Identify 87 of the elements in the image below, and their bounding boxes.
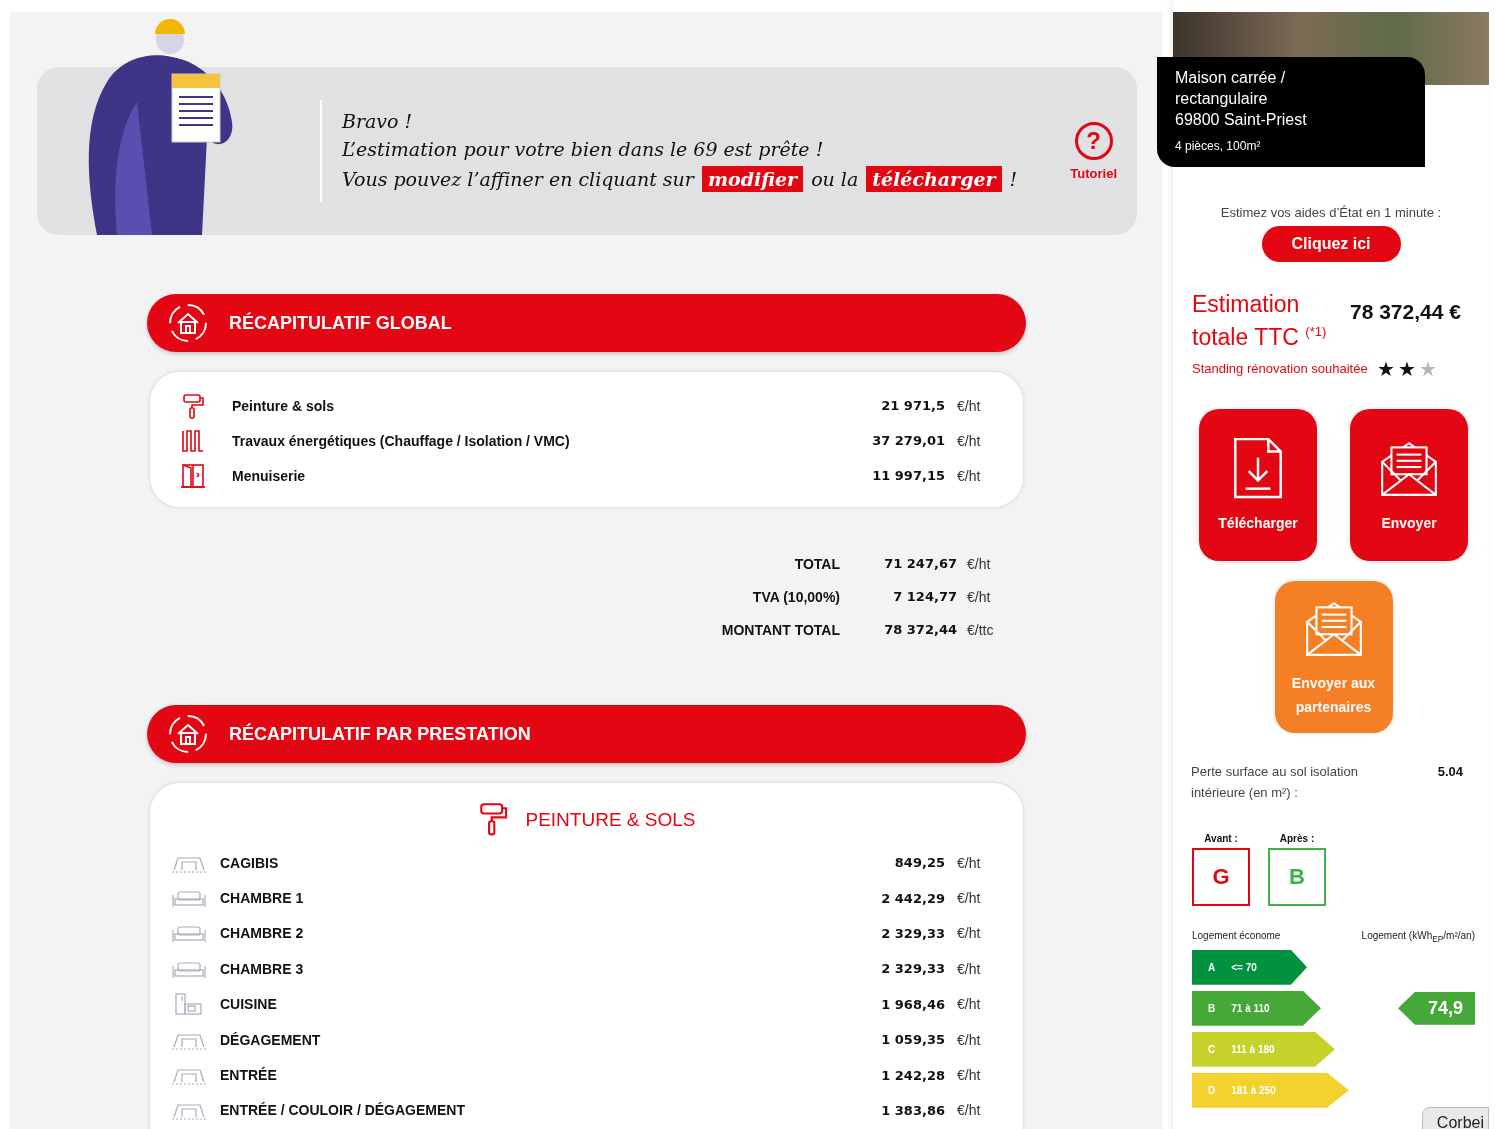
send-button[interactable]: Envoyer	[1350, 408, 1468, 561]
floor-loss-value: 5.04	[1437, 762, 1463, 781]
banner-text: Vous pouvez l’affiner en cliquant sur	[342, 168, 694, 190]
energy-value-marker: 74,9	[1398, 991, 1475, 1025]
item-label: Travaux énergétiques (Chauffage / Isolation / VMC)	[232, 432, 571, 449]
section-title: RÉCAPITULATIF PAR PRESTATION	[229, 723, 531, 745]
total-unit: €/ttc	[966, 621, 995, 638]
room-label: CHAMBRE 3	[220, 960, 305, 977]
room-label: CHAMBRE 2	[220, 925, 305, 942]
banner-text: !	[1009, 168, 1018, 190]
room-unit: €/ht	[956, 925, 982, 942]
room-unit: €/ht	[956, 854, 982, 871]
download-button[interactable]: Télécharger	[1199, 408, 1317, 561]
dock-tooltip: Corbei	[1421, 1107, 1489, 1129]
total-label: TVA (10,00%)	[751, 588, 840, 605]
floor-loss-label: Perte surface au sol isolation intérieure (en m²) :	[1191, 762, 1359, 802]
house-icon	[167, 302, 209, 344]
door-icon	[180, 462, 206, 489]
grade-label: Avant :	[1204, 832, 1238, 844]
property-type: Maison carrée / rectangulaire	[1175, 68, 1287, 109]
click-here-button[interactable]: Cliquez ici	[1261, 226, 1401, 262]
room-label: ENTRÉE	[220, 1067, 278, 1084]
room-label: CAGIBIS	[220, 854, 280, 871]
room-amount: 2 442,29	[881, 890, 945, 906]
room-amount: 1 242,28	[881, 1067, 945, 1083]
item-unit: €/ht	[956, 467, 982, 484]
item-amount: 37 279,01	[872, 433, 945, 448]
property-address: 69800 Saint-Priest	[1175, 110, 1308, 130]
estimate-title: Estimation totale TTC $^{(*1)}$	[1192, 290, 1328, 351]
energy-class-bar: D 181 à 250	[1192, 1072, 1349, 1108]
highlighted-link[interactable]: modifier	[701, 166, 804, 192]
room-unit: €/ht	[956, 1031, 982, 1048]
room-amount: 1 383,86	[881, 1102, 945, 1118]
item-unit: €/ht	[956, 432, 982, 449]
room-label: CUISINE	[220, 996, 278, 1013]
total-unit: €/ht	[966, 555, 992, 572]
room-unit: €/ht	[956, 1067, 982, 1084]
standing-label: Standing rénovation souhaitée	[1192, 360, 1369, 379]
room-amount: 2 329,33	[881, 925, 945, 941]
radiator-icon	[180, 427, 206, 454]
star-icon: ★	[1377, 356, 1395, 381]
scale-label: Logement économe	[1192, 929, 1281, 943]
item-label: Peinture & sols	[232, 397, 335, 414]
send-button[interactable]: Envoyer aux partenaires	[1274, 580, 1393, 733]
room-amount: 1 968,46	[881, 996, 945, 1012]
room-amount: 849,25	[894, 855, 945, 871]
paint-roller-icon	[180, 392, 206, 419]
item-amount: 21 971,5	[881, 398, 945, 413]
item-unit: €/ht	[956, 397, 982, 414]
room-unit: €/ht	[956, 1102, 982, 1119]
scale-unit-label: Logement (kWh$_{EP}$/m²/an)	[1361, 929, 1475, 944]
room-label: ENTRÉE / COULOIR / DÉGAGEMENT	[220, 1102, 466, 1119]
total-unit: €/ht	[966, 588, 992, 605]
room-unit: €/ht	[956, 996, 982, 1013]
item-amount: 11 997,15	[872, 468, 945, 483]
room-label: DÉGAGEMENT	[220, 1031, 322, 1048]
help-icon: ?	[1074, 121, 1113, 160]
house-icon	[167, 713, 209, 755]
banner-text: L’estimation pour votre bien dans le 69 est prête !	[342, 138, 825, 160]
energy-class-bar: C 111 à 180	[1192, 1031, 1335, 1067]
energy-grade: G	[1192, 847, 1250, 906]
tutorial-button[interactable]: ? Tutoriel	[1070, 121, 1117, 181]
item-label: Menuiserie	[232, 467, 307, 484]
grade-label: Après :	[1279, 832, 1315, 844]
room-amount: 2 329,33	[881, 961, 945, 977]
total-amount: 7 124,77	[892, 589, 957, 604]
section-title: RÉCAPITULATIF GLOBAL	[229, 312, 452, 334]
star-icon: ★	[1398, 356, 1416, 381]
room-amount: 1 059,35	[881, 1032, 945, 1048]
energy-grade: B	[1268, 847, 1326, 906]
category-title: PEINTURE & SOLS	[525, 809, 696, 831]
room-unit: €/ht	[956, 890, 982, 907]
total-label: TOTAL	[793, 555, 840, 572]
total-amount: 71 247,67	[883, 556, 957, 571]
highlighted-link[interactable]: télécharger	[866, 166, 1002, 192]
energy-class-bar: A <= 70	[1192, 949, 1307, 985]
aid-prompt: Estimez vos aides d’État en 1 minute :	[1219, 205, 1443, 220]
estimate-amount: 78 372,44 €	[1350, 300, 1461, 324]
banner-text: ou la	[811, 168, 859, 190]
room-label: CHAMBRE 1	[220, 890, 305, 907]
energy-class-bar: B 71 à 110	[1192, 990, 1321, 1026]
star-icon: ★	[1419, 356, 1437, 381]
room-unit: €/ht	[956, 960, 982, 977]
banner-text: Bravo !	[342, 110, 414, 132]
property-details: 4 pièces, 100m²	[1175, 139, 1262, 153]
total-amount: 78 372,44	[883, 622, 957, 637]
total-label: MONTANT TOTAL	[720, 621, 840, 638]
